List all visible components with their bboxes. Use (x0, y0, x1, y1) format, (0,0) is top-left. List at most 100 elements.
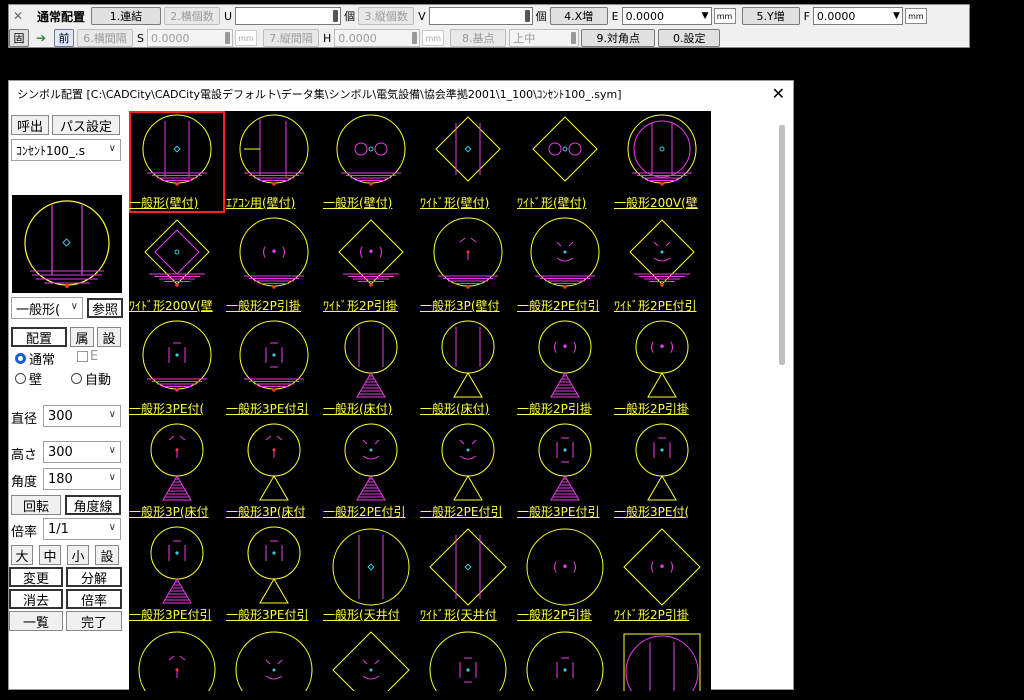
symbol-cell[interactable]: ( • ) ﾜｲﾄﾞ形2P引掛 (614, 523, 710, 625)
symbol-cell[interactable]: 一般形3PE付引 (129, 523, 225, 625)
kakudosen-button[interactable]: 角度線 (65, 495, 121, 515)
e-field[interactable]: 0.0000 ▼ (621, 7, 712, 25)
radio-tsujo[interactable]: 通常 (15, 349, 55, 368)
file-select[interactable]: ｺﾝｾﾝﾄ100_.s ∨ (11, 139, 121, 161)
chu-button[interactable]: 中 (39, 545, 61, 565)
symbol-cell[interactable] (129, 626, 225, 691)
symbol-cell[interactable]: 一般形3PE付( (129, 317, 225, 419)
symbol-cell[interactable]: 一般形2PE付引 (517, 214, 613, 316)
symbol-label: ﾜｲﾄﾞ形200V(壁 (129, 299, 213, 313)
mm-toggle[interactable]: mm (422, 30, 445, 46)
vertical-scrollbar[interactable] (779, 125, 785, 365)
arrow-right-icon[interactable]: ➔ (32, 29, 50, 47)
symbol-cell[interactable]: 一般形3P(床付 (129, 420, 225, 522)
kiten-value: 上中 (513, 32, 536, 45)
symbol-cell[interactable] (517, 626, 613, 691)
symbol-cell[interactable]: 一般形(壁付) (129, 111, 225, 213)
symbol-cell[interactable]: ( • ) ﾜｲﾄﾞ形2P引掛 (323, 214, 419, 316)
s-field[interactable]: 0.0000 (146, 29, 233, 47)
name-select[interactable]: 一般形(∨ (11, 297, 83, 319)
renketsu-button[interactable]: 1.連結 (91, 7, 162, 25)
u-unit: 個 (344, 10, 356, 23)
symbol-cell[interactable]: 一般形3P(床付 (226, 420, 322, 522)
takasa-select[interactable]: 300 ∨ (43, 441, 121, 463)
mm-toggle[interactable]: mm (904, 8, 927, 24)
symbol-cell[interactable]: 一般形2PE付引 (323, 420, 419, 522)
henko-button[interactable]: 変更 (9, 567, 63, 587)
kotei-button[interactable]: 固 (9, 29, 29, 47)
yobidashi-button[interactable]: 呼出 (11, 115, 49, 135)
chokkei-select[interactable]: 300 ∨ (43, 405, 121, 427)
dropdown-icon[interactable]: ▼ (893, 11, 900, 21)
symbol-cell[interactable]: ﾜｲﾄﾞ形2PE付引 (614, 214, 710, 316)
u-field[interactable] (235, 7, 342, 25)
taikakuten-button[interactable]: 9.対角点 (581, 29, 656, 47)
kakudo-select[interactable]: 180 ∨ (43, 468, 121, 490)
yoko-kankaku-button[interactable]: 6.横間隔 (77, 29, 133, 47)
symbol-cell[interactable]: 一般形(天井付 (323, 523, 419, 625)
symbol-cell[interactable]: ﾜｲﾄﾞ形(壁付) (420, 111, 516, 213)
check-e[interactable]: E (77, 349, 98, 364)
svg-text:( • ): ( • ) (553, 340, 577, 354)
bunkai-button[interactable]: 分解 (66, 567, 122, 587)
bairitsu-button[interactable]: 倍率 (66, 589, 122, 609)
y-zo-button[interactable]: 5.Y増 (741, 7, 800, 25)
symbol-cell[interactable] (323, 626, 419, 691)
symbol-cell[interactable]: 一般形3P(壁付 (420, 214, 516, 316)
v-field[interactable] (428, 7, 533, 25)
tate-kankaku-button[interactable]: 7.縦間隔 (262, 29, 319, 47)
x-zo-button[interactable]: 4.X増 (549, 7, 608, 25)
symbol-cell[interactable]: 一般形(床付) (323, 317, 419, 419)
kanryo-button[interactable]: 完了 (66, 611, 122, 631)
ichiran-button[interactable]: 一覧 (9, 611, 63, 631)
dropdown-icon[interactable]: ▼ (702, 11, 709, 21)
symbol-cell[interactable]: 一般形2PE付引 (420, 420, 516, 522)
symbol-cell[interactable]: ﾜｲﾄﾞ形(天井付 (420, 523, 516, 625)
u-label: U (224, 9, 233, 23)
settei-button[interactable]: 0.設定 (658, 29, 721, 47)
symbol-cell[interactable]: ( • ) 一般形2P引掛 (614, 317, 710, 419)
symbol-cell[interactable]: ( • ) 一般形2P引掛 (517, 523, 613, 625)
path-settei-button[interactable]: パス設定 (52, 115, 120, 135)
sansho-button[interactable]: 参照 (87, 298, 123, 318)
tate-kosu-button[interactable]: 3.縦個数 (358, 7, 415, 25)
symbol-cell[interactable]: ( • ) 一般形2P引掛 (517, 317, 613, 419)
mae-button[interactable]: 前 (54, 29, 74, 47)
symbol-cell[interactable]: 一般形3PE付引 (226, 317, 322, 419)
close-icon[interactable]: ✕ (772, 84, 785, 103)
mm-toggle[interactable]: mm (713, 8, 736, 24)
symbol-cell[interactable]: ( • ) 一般形2P引掛 (226, 214, 322, 316)
symbol-cell[interactable]: 一般形200V(壁 (614, 111, 710, 213)
h-field[interactable]: 0.0000 (334, 29, 421, 47)
symbol-cell[interactable] (226, 626, 322, 691)
symbol-cell[interactable]: ｴｱｺﾝ用(壁付) (226, 111, 322, 213)
symbol-cell[interactable]: ﾜｲﾄﾞ形200V(壁 (129, 214, 225, 316)
symbol-cell[interactable]: 一般形(床付) (420, 317, 516, 419)
radio-jido[interactable]: 自動 (71, 369, 111, 388)
sho-button[interactable]: 小 (67, 545, 89, 565)
close-icon[interactable]: ✕ (9, 7, 27, 25)
yoko-kosu-button[interactable]: 2.横個数 (164, 7, 221, 25)
kakudo-label: 角度 (11, 475, 38, 490)
symbol-cell[interactable] (420, 626, 516, 691)
tab-setsu[interactable]: 設 (97, 327, 121, 347)
bairitsu-select[interactable]: 1/1 ∨ (43, 518, 121, 540)
mm-toggle[interactable]: mm (234, 30, 257, 46)
symbol-cell[interactable]: 一般形3PE付引 (226, 523, 322, 625)
e-value: 0.0000 (625, 9, 665, 23)
tab-zoku[interactable]: 属 (70, 327, 94, 347)
kiten-button[interactable]: 8.基点 (450, 29, 507, 47)
symbol-cell[interactable]: ﾜｲﾄﾞ形(壁付) (517, 111, 613, 213)
symbol-cell[interactable]: 一般形3PE付( (614, 420, 710, 522)
kaiten-button[interactable]: 回転 (11, 495, 61, 515)
setsu-button[interactable]: 設 (95, 545, 119, 565)
dai-button[interactable]: 大 (11, 545, 33, 565)
symbol-cell[interactable]: 一般形(壁付) (323, 111, 419, 213)
radio-kabe[interactable]: 壁 (15, 369, 42, 388)
f-field[interactable]: 0.0000 ▼ (812, 7, 903, 25)
symbol-cell[interactable] (614, 626, 710, 691)
symbol-cell[interactable]: 一般形3PE付引 (517, 420, 613, 522)
kiten-field[interactable]: 上中 (509, 29, 580, 47)
shokyo-button[interactable]: 消去 (9, 589, 63, 609)
tab-haichi[interactable]: 配置 (11, 327, 67, 347)
